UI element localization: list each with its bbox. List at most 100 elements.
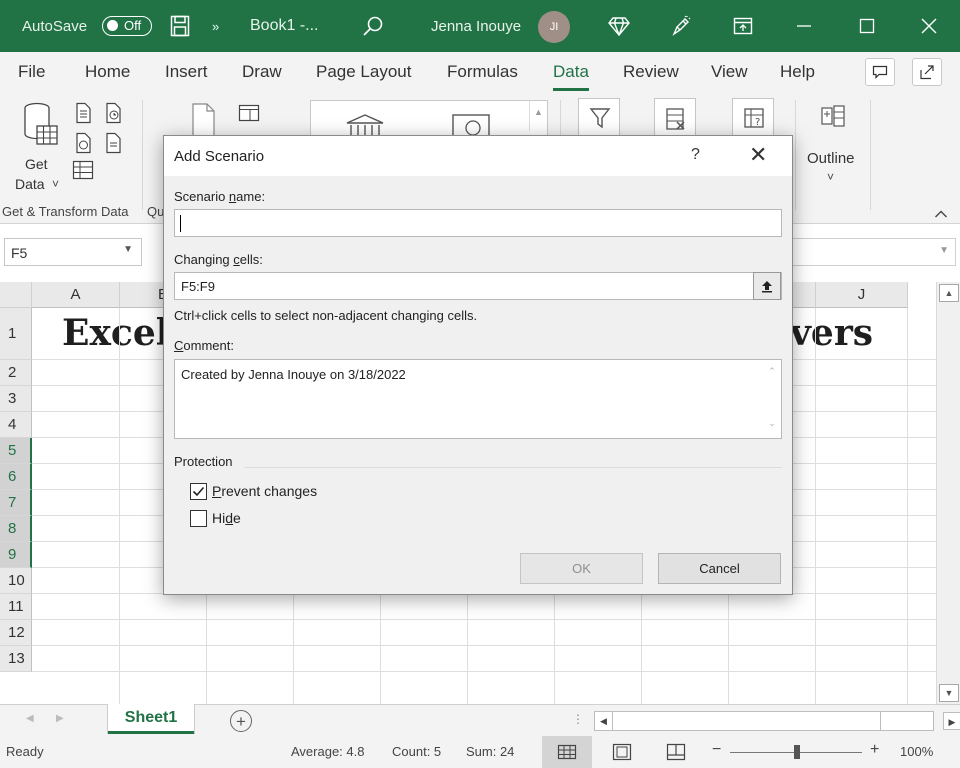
avatar[interactable]: JI [538, 11, 570, 43]
ribbon-display-icon[interactable] [733, 0, 753, 52]
zoom-slider-thumb[interactable] [794, 745, 800, 759]
status-count[interactable]: Count: 5 [392, 744, 441, 759]
formula-input[interactable]: ▼ [790, 238, 956, 266]
row-header[interactable]: 5 [0, 438, 32, 464]
diamond-icon[interactable] [608, 0, 630, 52]
next-sheet-icon[interactable]: ▶ [56, 713, 64, 724]
filter-button[interactable] [578, 98, 620, 138]
column-header[interactable]: A [32, 282, 120, 308]
hide-label[interactable]: Hide [212, 510, 241, 526]
properties-icon[interactable] [238, 104, 260, 125]
dialog-title: Add Scenario [174, 148, 265, 165]
row-header[interactable]: 2 [0, 360, 32, 386]
expand-formula-icon[interactable]: ▼ [939, 245, 949, 256]
autosave-toggle[interactable]: Off [102, 16, 152, 36]
scroll-left-icon[interactable]: ◀ [595, 712, 613, 730]
chevron-down-icon[interactable]: ▼ [123, 244, 133, 255]
autosave-state: Off [124, 18, 142, 33]
sheet-banner-right: vers [790, 312, 874, 354]
row-header[interactable]: 13 [0, 646, 32, 672]
recent-sources-icon[interactable] [104, 102, 124, 127]
zoom-out-icon[interactable]: − [712, 741, 721, 759]
tab-file[interactable]: File [18, 62, 45, 82]
changing-cells-input[interactable]: F5:F9 [174, 272, 782, 300]
zoom-level[interactable]: 100% [900, 744, 933, 759]
normal-view-icon[interactable] [542, 736, 592, 768]
row-header[interactable]: 8 [0, 516, 32, 542]
column-header[interactable]: J [816, 282, 908, 308]
existing-connections-icon[interactable] [104, 132, 124, 157]
row-header[interactable]: 4 [0, 412, 32, 438]
scenario-name-input[interactable] [174, 209, 782, 237]
maximize-icon[interactable] [858, 0, 876, 52]
close-icon[interactable] [920, 0, 938, 52]
page-break-view-icon[interactable] [666, 743, 686, 764]
data-tools-button[interactable] [654, 98, 696, 138]
get-data-button[interactable]: Get Data ˅ [14, 100, 64, 192]
tab-view[interactable]: View [711, 62, 748, 82]
row-header[interactable]: 6 [0, 464, 32, 490]
save-icon[interactable] [170, 0, 190, 52]
collapse-ribbon-icon[interactable] [934, 206, 948, 222]
share-icon[interactable] [912, 58, 942, 86]
vertical-scrollbar[interactable]: ▲ ▼ [936, 282, 960, 704]
changing-cells-value: F5:F9 [181, 279, 215, 294]
pen-icon[interactable] [670, 0, 692, 52]
scroll-down-icon[interactable]: ⌄ [765, 418, 779, 432]
row-header[interactable]: 7 [0, 490, 32, 516]
scroll-right-icon[interactable]: ▶ [943, 712, 960, 730]
page-layout-view-icon[interactable] [612, 743, 632, 764]
tab-draw[interactable]: Draw [242, 62, 282, 82]
text-caret [180, 215, 181, 232]
tab-review[interactable]: Review [623, 62, 679, 82]
scroll-down-icon[interactable]: ▼ [939, 684, 959, 702]
add-sheet-icon[interactable]: + [230, 710, 252, 732]
ok-button[interactable]: OK [520, 553, 643, 584]
tab-insert[interactable]: Insert [165, 62, 208, 82]
tab-data[interactable]: Data [553, 62, 589, 91]
search-icon[interactable] [362, 0, 384, 52]
minimize-icon[interactable] [795, 0, 813, 52]
more-commands-icon[interactable]: » [212, 0, 219, 52]
row-header[interactable]: 10 [0, 568, 32, 594]
from-text-icon[interactable] [74, 102, 94, 127]
what-if-analysis-button[interactable]: ? [732, 98, 774, 138]
tab-help[interactable]: Help [780, 62, 815, 82]
help-icon[interactable]: ? [691, 146, 700, 164]
user-name[interactable]: Jenna Inouye [431, 0, 521, 52]
cancel-button[interactable]: Cancel [658, 553, 781, 584]
tab-home[interactable]: Home [85, 62, 130, 82]
row-header[interactable]: 3 [0, 386, 32, 412]
row-header[interactable]: 9 [0, 542, 32, 568]
from-table-icon[interactable] [72, 160, 94, 183]
collapse-dialog-icon[interactable] [753, 272, 781, 300]
from-web-icon[interactable] [74, 132, 94, 157]
prevent-changes-label[interactable]: Prevent changes [212, 483, 317, 499]
sheet-tab-sheet1[interactable]: Sheet1 [108, 704, 194, 734]
scroll-up-icon[interactable]: ▲ [939, 284, 959, 302]
close-icon[interactable]: ✕ [749, 142, 767, 168]
status-average[interactable]: Average: 4.8 [291, 744, 364, 759]
comment-textarea[interactable]: Created by Jenna Inouye on 3/18/2022 ⌃ ⌄ [174, 359, 782, 439]
comments-icon[interactable] [865, 58, 895, 86]
row-header[interactable]: 11 [0, 594, 32, 620]
dialog-title-bar[interactable]: Add Scenario ? ✕ [164, 136, 792, 176]
tab-page-layout[interactable]: Page Layout [316, 62, 411, 82]
gallery-up-icon[interactable]: ▲ [529, 101, 547, 131]
status-sum[interactable]: Sum: 24 [466, 744, 514, 759]
tab-formulas[interactable]: Formulas [447, 62, 518, 82]
document-title[interactable]: Book1 -... [250, 0, 318, 52]
previous-sheet-icon[interactable]: ◀ [26, 713, 34, 724]
zoom-in-icon[interactable]: + [870, 741, 879, 759]
prevent-changes-checkbox[interactable] [190, 483, 207, 500]
select-all-corner[interactable] [0, 282, 32, 308]
horizontal-scrollbar[interactable]: ◀ ▶ [594, 711, 960, 731]
row-header[interactable]: 1 [0, 308, 32, 360]
hide-checkbox[interactable] [190, 510, 207, 527]
tab-splitter-icon[interactable]: ⋮ [572, 712, 584, 726]
row-header[interactable]: 12 [0, 620, 32, 646]
outline-button[interactable]: Outline ˅ [800, 98, 866, 188]
scroll-up-icon[interactable]: ⌃ [765, 366, 779, 380]
scroll-thumb[interactable] [613, 712, 881, 730]
name-box[interactable]: F5 ▼ [4, 238, 142, 266]
